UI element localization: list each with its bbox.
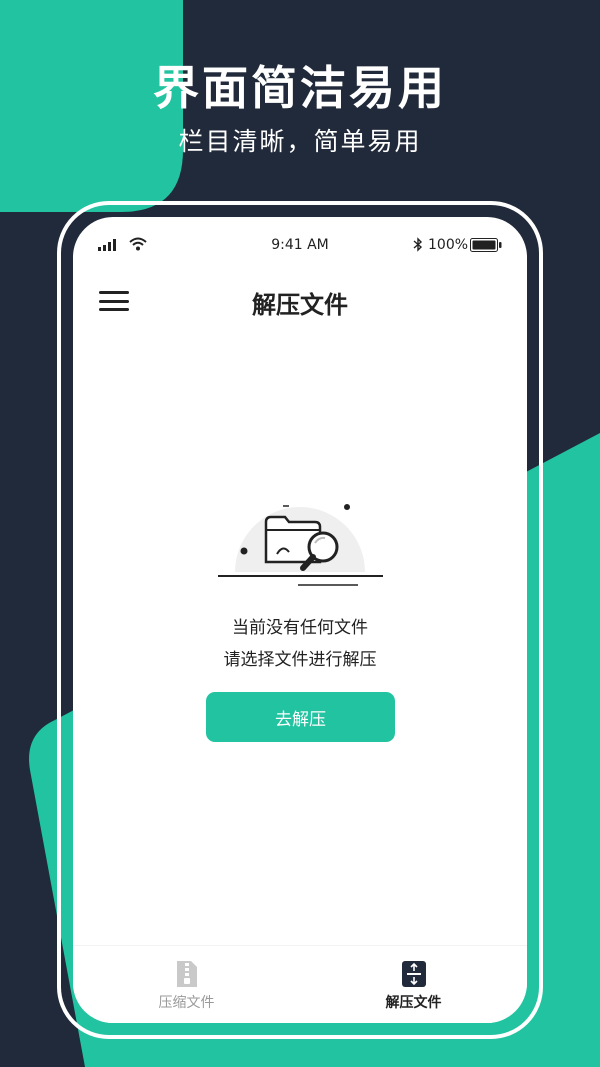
app-header: 解压文件 bbox=[73, 273, 527, 329]
empty-folder-search-icon bbox=[218, 504, 383, 586]
zip-file-icon bbox=[176, 961, 197, 987]
empty-message-line2: 请选择文件进行解压 bbox=[223, 650, 377, 670]
tab-extract-files[interactable]: 解压文件 bbox=[300, 946, 527, 1023]
battery-percentage: 100% bbox=[428, 237, 469, 253]
phone-screen: 9:41 AM 100% 解压文件 当前没有任何文件 请选择文件进行解压 去解压 bbox=[73, 217, 527, 1023]
tab-compress-label: 压缩文件 bbox=[158, 995, 215, 1011]
tab-compress-files[interactable]: 压缩文件 bbox=[73, 946, 300, 1023]
tab-extract-label: 解压文件 bbox=[385, 995, 442, 1011]
go-extract-button[interactable]: 去解压 bbox=[206, 692, 395, 742]
extract-icon bbox=[401, 961, 426, 987]
promo-headline: 界面简洁易用 bbox=[153, 61, 447, 115]
page-title: 解压文件 bbox=[252, 291, 348, 319]
status-bar: 9:41 AM 100% bbox=[73, 217, 527, 273]
promo-subheadline: 栏目清晰，简单易用 bbox=[178, 127, 422, 156]
empty-message-line1: 当前没有任何文件 bbox=[232, 618, 368, 638]
bottom-tab-bar: 压缩文件 解压文件 bbox=[73, 945, 527, 1023]
bluetooth-icon bbox=[413, 237, 423, 252]
battery-icon bbox=[470, 238, 502, 252]
